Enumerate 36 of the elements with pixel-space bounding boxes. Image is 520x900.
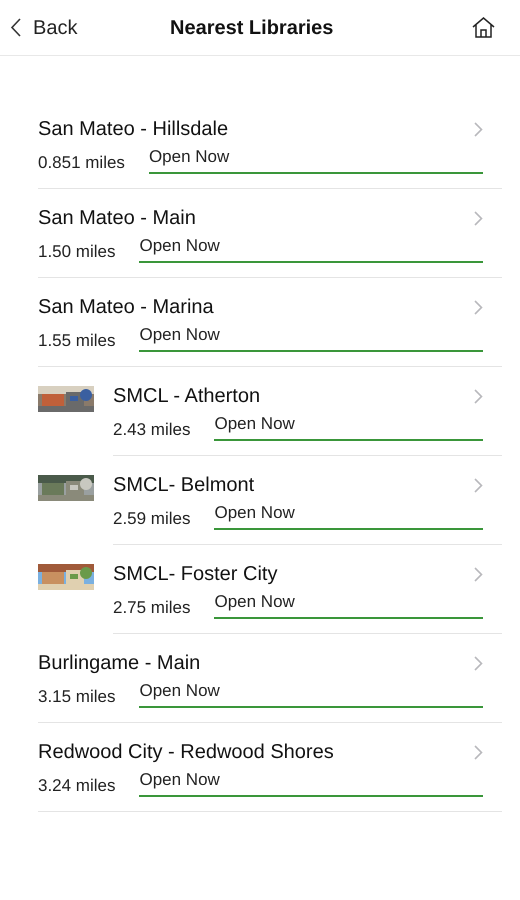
- home-icon[interactable]: [471, 16, 496, 39]
- library-name[interactable]: San Mateo - Marina: [38, 294, 214, 320]
- chevron-left-icon: [10, 18, 21, 37]
- status-text: Open Now: [214, 414, 295, 433]
- chevron-right-icon: [474, 745, 483, 760]
- distance-text: 3.15 miles: [38, 686, 116, 708]
- distance-text: 2.59 miles: [113, 508, 190, 530]
- chevron-right-icon: [474, 122, 483, 137]
- chevron-right-icon: [474, 656, 483, 671]
- library-name[interactable]: Burlingame - Main: [38, 650, 200, 676]
- library-name[interactable]: San Mateo - Main: [38, 205, 196, 231]
- library-name[interactable]: San Mateo - Hillsdale: [38, 116, 228, 142]
- back-button[interactable]: Back: [10, 12, 78, 42]
- status-text: Open Now: [139, 681, 220, 700]
- distance-text: 2.75 miles: [113, 597, 190, 619]
- distance-text: 1.50 miles: [38, 241, 116, 263]
- library-name[interactable]: Redwood City - Redwood Shores: [38, 739, 334, 765]
- distance-text: 2.43 miles: [113, 419, 190, 441]
- screen-title: Nearest Libraries: [170, 16, 334, 40]
- library-name[interactable]: SMCL - Atherton: [113, 383, 260, 409]
- chevron-right-icon: [474, 567, 483, 582]
- status-text: Open Now: [214, 503, 295, 522]
- distance-text: 1.55 miles: [38, 330, 116, 352]
- library-name[interactable]: SMCL- Belmont: [113, 472, 254, 498]
- chevron-right-icon: [474, 389, 483, 404]
- status-text: Open Now: [214, 592, 295, 611]
- chevron-right-icon: [474, 211, 483, 226]
- distance-text: 3.24 miles: [38, 775, 116, 797]
- chevron-right-icon: [474, 300, 483, 315]
- library-name[interactable]: SMCL- Foster City: [113, 561, 278, 587]
- chevron-right-icon: [474, 478, 483, 493]
- status-text: Open Now: [148, 147, 230, 166]
- status-text: Open Now: [139, 236, 220, 255]
- status-text: Open Now: [139, 325, 220, 344]
- distance-text: 0.851 miles: [38, 152, 125, 174]
- status-text: Open Now: [139, 770, 220, 789]
